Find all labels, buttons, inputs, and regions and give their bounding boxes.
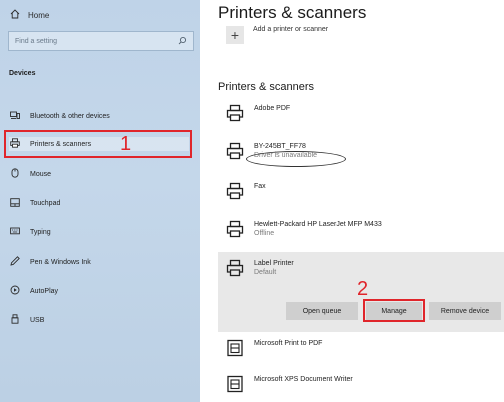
- add-printer-row[interactable]: + Add a printer or scanner: [226, 26, 328, 44]
- add-printer-button[interactable]: +: [226, 26, 244, 44]
- printer-item-hp-laserjet[interactable]: Hewlett-Packard HP LaserJet MFP M433 Off…: [226, 220, 382, 238]
- section-title-devices: Devices: [9, 70, 36, 77]
- sidebar-item-usb[interactable]: USB: [9, 313, 189, 327]
- sidebar-item-label: Bluetooth & other devices: [30, 112, 110, 120]
- sidebar-item-bluetooth[interactable]: Bluetooth & other devices: [9, 109, 189, 123]
- printer-name: Fax: [254, 183, 266, 190]
- sidebar-item-label: Touchpad: [30, 199, 61, 207]
- search-placeholder: Find a setting: [15, 37, 58, 45]
- printer-item-adobe-pdf[interactable]: Adobe PDF: [226, 104, 290, 122]
- printer-name: Label Printer: [254, 260, 294, 267]
- printer-icon: [226, 220, 244, 238]
- sidebar-item-label: Pen & Windows Ink: [30, 258, 91, 266]
- home-icon: [9, 9, 20, 21]
- xps-printer-icon: [226, 375, 244, 393]
- remove-device-button[interactable]: Remove device: [429, 302, 501, 320]
- sidebar-item-autoplay[interactable]: AutoPlay: [9, 284, 189, 298]
- search-icon: [178, 36, 187, 47]
- annotation-step-1: 1: [120, 133, 132, 155]
- search-input[interactable]: Find a setting: [8, 31, 194, 51]
- pdf-printer-icon: [226, 339, 244, 357]
- printer-name: Microsoft Print to PDF: [254, 340, 323, 347]
- settings-sidebar: Home Find a setting Devices Bluetooth & …: [0, 0, 200, 402]
- annotation-highlight-manage: [363, 299, 425, 322]
- printer-status: Default: [254, 269, 277, 276]
- sidebar-item-pen[interactable]: Pen & Windows Ink: [9, 255, 189, 269]
- annotation-driver-unavailable-circle: [246, 151, 346, 167]
- printer-name: Microsoft XPS Document Writer: [254, 376, 353, 383]
- printer-icon: [226, 142, 244, 160]
- mouse-icon: [9, 168, 20, 180]
- home-link[interactable]: Home: [9, 9, 49, 21]
- printer-name: Adobe PDF: [254, 105, 291, 112]
- annotation-highlight-printers: [4, 130, 192, 158]
- pen-icon: [9, 256, 20, 268]
- printer-icon: [226, 182, 244, 200]
- page-title: Printers & scanners: [218, 3, 367, 22]
- sidebar-item-label: Typing: [30, 228, 51, 236]
- printer-status: Offline: [254, 230, 275, 237]
- annotation-step-2: 2: [357, 278, 369, 300]
- printer-name: BY-245BT_FF78: [254, 143, 306, 150]
- section-title-printers: Printers & scanners: [218, 81, 314, 93]
- home-label: Home: [28, 10, 50, 20]
- sidebar-item-typing[interactable]: Typing: [9, 225, 189, 239]
- autoplay-icon: [9, 285, 20, 297]
- add-printer-label: Add a printer or scanner: [253, 26, 329, 33]
- printer-icon: [226, 259, 244, 277]
- printer-item-fax[interactable]: Fax: [226, 182, 266, 200]
- sidebar-item-label: AutoPlay: [30, 287, 59, 295]
- touchpad-icon: [9, 197, 20, 209]
- printer-item-label-printer[interactable]: Label Printer Default: [226, 259, 294, 277]
- sidebar-item-mouse[interactable]: Mouse: [9, 167, 189, 181]
- printer-icon: [226, 104, 244, 122]
- sidebar-item-label: Mouse: [30, 170, 52, 178]
- sidebar-item-label: USB: [30, 316, 45, 324]
- printer-item-ms-xps[interactable]: Microsoft XPS Document Writer: [226, 375, 353, 393]
- bluetooth-devices-icon: [9, 111, 20, 122]
- printer-item-ms-print-to-pdf[interactable]: Microsoft Print to PDF: [226, 339, 322, 357]
- printer-name: Hewlett-Packard HP LaserJet MFP M433: [254, 221, 382, 228]
- usb-icon: [9, 314, 20, 326]
- open-queue-button[interactable]: Open queue: [286, 302, 358, 320]
- plus-icon: +: [230, 27, 240, 43]
- keyboard-icon: [9, 227, 20, 237]
- sidebar-item-touchpad[interactable]: Touchpad: [9, 196, 189, 210]
